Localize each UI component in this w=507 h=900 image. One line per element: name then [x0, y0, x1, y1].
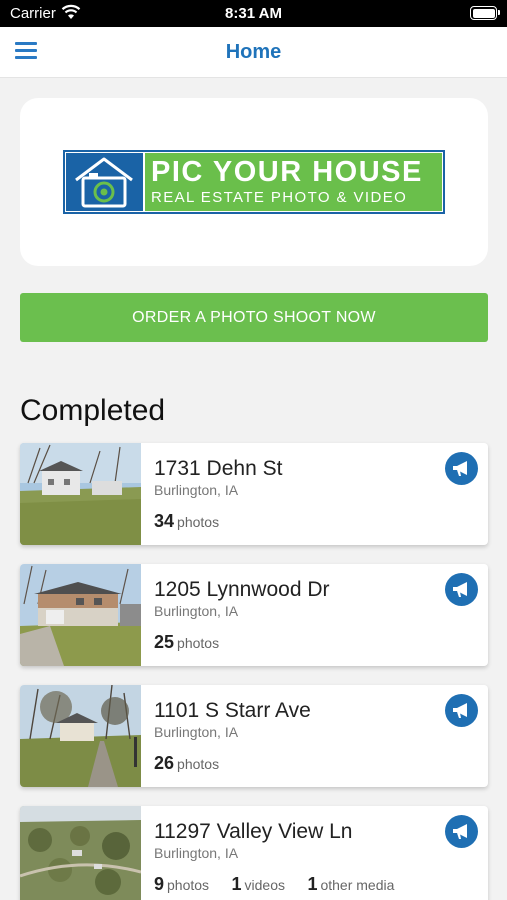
- clock: 8:31 AM: [225, 5, 282, 22]
- page-title: Home: [225, 41, 282, 63]
- photos-stat: 26 photos: [154, 753, 220, 773]
- videos-stat: 1 videos: [231, 874, 285, 894]
- listing-address: 1101 S Starr Ave: [154, 699, 311, 722]
- logo-card: PIC YOUR HOUSE REAL ESTATE PHOTO & VIDEO: [20, 98, 488, 266]
- promote-megaphone-icon[interactable]: [445, 694, 478, 727]
- nav-bar: Home: [0, 27, 507, 78]
- order-photo-shoot-button[interactable]: ORDER A PHOTO SHOOT NOW: [20, 293, 488, 342]
- photos-stat: 34 photos: [154, 511, 220, 531]
- listing-city: Burlington, IA: [154, 845, 239, 861]
- brand-logo: PIC YOUR HOUSE REAL ESTATE PHOTO & VIDEO: [63, 150, 445, 214]
- property-photo: [20, 806, 141, 900]
- battery-icon: [470, 6, 500, 20]
- listing-card[interactable]: 1101 S Starr Ave Burlington, IA 26 photos: [20, 685, 488, 787]
- house-camera-icon: [66, 153, 143, 211]
- listing-address: 11297 Valley View Ln: [154, 820, 353, 843]
- listing-card[interactable]: 1731 Dehn St Burlington, IA 34 photos: [20, 443, 488, 545]
- photos-stat: 9 photos: [154, 874, 210, 894]
- other-media-stat: 1 other media: [307, 874, 395, 894]
- listing-card[interactable]: 11297 Valley View Ln Burlington, IA 9 pho…: [20, 806, 488, 900]
- listing-stats: 9 photos 1 videos 1 other media: [154, 874, 412, 895]
- listing-stats: 26 photos: [154, 753, 237, 774]
- promote-megaphone-icon[interactable]: [445, 815, 478, 848]
- listing-card[interactable]: 1205 Lynnwood Dr Burlington, IA 25 photos: [20, 564, 488, 666]
- brand-tagline: REAL ESTATE PHOTO & VIDEO: [151, 189, 408, 206]
- listing-city: Burlington, IA: [154, 724, 239, 740]
- listing-stats: 34 photos: [154, 511, 237, 532]
- listing-address: 1205 Lynnwood Dr: [154, 578, 330, 601]
- section-title-completed: Completed: [20, 394, 166, 427]
- listing-city: Burlington, IA: [154, 603, 239, 619]
- listing-city: Burlington, IA: [154, 482, 239, 498]
- status-bar: Carrier 8:31 AM: [0, 0, 507, 27]
- listing-stats: 25 photos: [154, 632, 237, 653]
- promote-megaphone-icon[interactable]: [445, 573, 478, 606]
- promote-megaphone-icon[interactable]: [445, 452, 478, 485]
- property-photo: [20, 443, 141, 545]
- property-photo: [20, 685, 141, 787]
- property-photo: [20, 564, 141, 666]
- photos-stat: 25 photos: [154, 632, 220, 652]
- listing-address: 1731 Dehn St: [154, 457, 283, 480]
- brand-name: PIC YOUR HOUSE: [151, 156, 423, 188]
